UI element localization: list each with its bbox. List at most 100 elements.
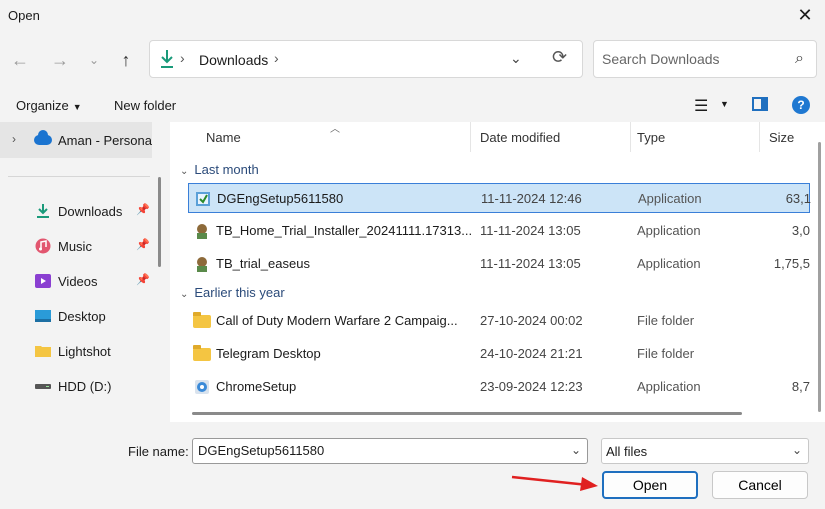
desktop-icon (35, 310, 51, 322)
collapse-chevron-icon[interactable]: ⌄ (180, 166, 188, 177)
preview-pane-icon[interactable] (752, 97, 768, 111)
sidebar-item-label: HDD (D:) (58, 379, 112, 394)
back-arrow-icon[interactable]: ← (8, 48, 32, 72)
pin-icon: 📌 (136, 204, 150, 216)
file-date: 11-11-2024 13:05 (480, 223, 581, 238)
file-row[interactable]: TB_Home_Trial_Installer_20241111.17313..… (188, 216, 810, 246)
dialog-footer: File name: ⌄ All files ⌄ Open Cancel (0, 425, 825, 509)
sidebar-item-hdd[interactable]: HDD (D:) (0, 369, 152, 403)
filename-label: File name: (128, 444, 189, 459)
organize-button[interactable]: Organize ▼ (16, 98, 82, 113)
file-type: File folder (637, 346, 695, 361)
file-name: TB_trial_easeus (216, 256, 310, 271)
column-divider[interactable] (630, 122, 631, 152)
refresh-icon[interactable]: ⟳ (552, 47, 567, 68)
open-button[interactable]: Open (602, 471, 698, 499)
column-header-name[interactable]: Name (206, 130, 241, 160)
address-dropdown-icon[interactable]: ⌄ (510, 50, 522, 67)
up-arrow-icon[interactable]: ↑ (114, 48, 138, 72)
search-input[interactable] (602, 51, 782, 67)
sidebar-item-label: Desktop (58, 309, 106, 324)
folder-icon (193, 312, 211, 328)
breadcrumb-location[interactable]: Downloads (199, 52, 268, 68)
group-label: Last month (194, 162, 259, 177)
collapse-chevron-icon[interactable]: ⌄ (180, 289, 188, 300)
search-icon[interactable]: ⌕ (795, 50, 804, 68)
column-header-date[interactable]: Date modified (480, 130, 560, 160)
window-title: Open (8, 8, 40, 23)
vertical-scrollbar[interactable] (818, 142, 821, 412)
pin-icon: 📌 (136, 274, 150, 286)
file-type: Application (637, 256, 701, 271)
onedrive-cloud-icon (34, 130, 52, 145)
music-icon (35, 238, 51, 254)
navigation-pane: › Aman - Personal Downloads 📌 Music 📌 Vi… (0, 122, 165, 422)
app-icon (197, 224, 207, 239)
filetype-select[interactable]: All files ⌄ (601, 438, 809, 464)
annotation-arrow-icon (511, 475, 598, 491)
sort-ascending-icon: ︿ (330, 124, 340, 135)
file-date: 23-09-2024 12:23 (480, 379, 583, 394)
file-list: ︿ Name Date modified Type Size ⌄ Last mon… (170, 122, 825, 422)
file-size: 1,75,5 (773, 256, 810, 271)
cancel-button[interactable]: Cancel (712, 471, 808, 499)
file-name: DGEngSetup5611580 (217, 191, 344, 206)
title-bar: Open ✕ (0, 0, 825, 32)
column-header-size[interactable]: Size (769, 130, 794, 160)
sidebar-item-label: Music (58, 239, 92, 254)
file-size: 8,7 (791, 379, 810, 394)
sidebar-item-onedrive[interactable]: › Aman - Personal (0, 122, 152, 158)
forward-arrow-icon[interactable]: → (48, 48, 72, 72)
file-name: TB_Home_Trial_Installer_20241111.17313..… (216, 223, 472, 238)
close-icon[interactable]: ✕ (793, 4, 817, 28)
installer-icon (196, 192, 210, 206)
file-date: 11-11-2024 13:05 (480, 256, 581, 271)
column-divider[interactable] (759, 122, 760, 152)
breadcrumb-separator-icon: › (180, 50, 185, 66)
file-name: ChromeSetup (216, 379, 297, 394)
file-row[interactable]: TB_trial_easeus 11-11-2024 13:05 Applica… (188, 249, 810, 279)
address-bar[interactable]: › Downloads › ⌄ ⟳ (149, 40, 583, 78)
breadcrumb-chevron-icon[interactable]: › (274, 50, 279, 66)
file-size: 63,1 (785, 191, 811, 206)
folder-icon (193, 345, 211, 361)
help-icon[interactable]: ? (792, 96, 810, 114)
search-box[interactable]: ⌕ (593, 40, 817, 78)
file-row[interactable]: ChromeSetup 23-09-2024 12:23 Application… (188, 372, 810, 402)
column-divider[interactable] (470, 122, 471, 152)
view-options-icon[interactable]: ☰ (694, 96, 708, 116)
file-row[interactable]: Call of Duty Modern Warfare 2 Campaig...… (188, 306, 810, 336)
chevron-down-icon[interactable]: ⌄ (792, 443, 802, 457)
view-options-caret-icon[interactable]: ▼ (720, 99, 729, 109)
new-folder-button[interactable]: New folder (114, 98, 176, 113)
sidebar-item-lightshot[interactable]: Lightshot (0, 334, 152, 368)
file-name: Call of Duty Modern Warfare 2 Campaig... (216, 313, 458, 328)
chevron-down-icon[interactable]: ⌄ (571, 443, 581, 457)
filename-combobox[interactable]: ⌄ (192, 438, 588, 464)
column-header-type[interactable]: Type (637, 130, 665, 160)
command-bar: Organize ▼ New folder ☰ ▼ ? (0, 90, 825, 120)
filetype-value: All files (606, 444, 648, 459)
pin-icon: 📌 (136, 239, 150, 251)
filename-input[interactable] (198, 443, 558, 458)
recent-locations-chevron-icon[interactable]: ⌄ (82, 48, 106, 72)
group-header[interactable]: ⌄ Earlier this year (180, 285, 285, 300)
expand-chevron-icon[interactable]: › (12, 132, 16, 146)
file-row[interactable]: Telegram Desktop 24-10-2024 21:21 File f… (188, 339, 810, 369)
file-date: 27-10-2024 00:02 (480, 313, 583, 328)
sidebar-scrollbar[interactable] (158, 177, 161, 267)
sidebar-divider (8, 176, 150, 177)
navigation-bar: ← → ⌄ ↑ › Downloads › ⌄ ⟳ ⌕ (0, 36, 825, 84)
horizontal-scrollbar[interactable] (192, 412, 742, 415)
download-icon (37, 204, 49, 218)
sidebar-item-downloads[interactable]: Downloads 📌 (0, 194, 152, 228)
drive-icon (35, 384, 51, 389)
group-header[interactable]: ⌄ Last month (180, 162, 259, 177)
file-date: 24-10-2024 21:21 (480, 346, 583, 361)
file-row[interactable]: DGEngSetup5611580 11-11-2024 12:46 Appli… (188, 183, 811, 213)
sidebar-item-label: Lightshot (58, 344, 111, 359)
sidebar-item-videos[interactable]: Videos 📌 (0, 264, 152, 298)
group-label: Earlier this year (194, 285, 285, 300)
sidebar-item-desktop[interactable]: Desktop (0, 299, 152, 333)
sidebar-item-music[interactable]: Music 📌 (0, 229, 152, 263)
